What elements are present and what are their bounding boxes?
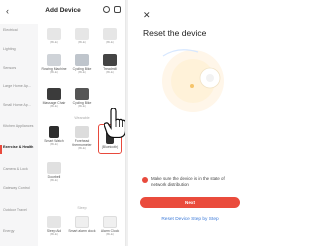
device-name: Smart alarm clock — [68, 229, 96, 233]
device-sub: (BLE) — [106, 40, 114, 44]
device-tile[interactable]: (BLE) — [68, 28, 96, 45]
device-name: (Bluetooth) — [101, 145, 119, 149]
active-category-marker — [0, 145, 2, 154]
device-tile[interactable]: Cycling Bike (BLE) — [68, 88, 96, 109]
device-sub: (BLE) — [106, 70, 114, 74]
device-tile[interactable]: Cycling Bike (BLE) — [68, 54, 96, 75]
device-sub: (BLE) — [50, 232, 58, 236]
category-sidebar: Electrical Lighting Sensors Large Home A… — [0, 24, 38, 246]
device-sub: (BLE) — [106, 232, 114, 236]
reset-steps-link[interactable]: Reset Device Step by Step — [140, 217, 240, 222]
device-tile[interactable]: Forehead thermometer (BLE) — [68, 126, 96, 151]
device-tile[interactable]: Treadmill (BLE) — [96, 54, 124, 75]
device-sub: (BLE) — [50, 178, 58, 182]
category-item[interactable]: Lighting — [3, 47, 37, 51]
category-item[interactable]: Kitchen Appliances — [3, 124, 37, 128]
next-button[interactable]: Next — [140, 197, 240, 208]
device-tile[interactable]: Rowing Machine (BLE) — [40, 54, 68, 75]
device-tile[interactable]: (BLE) — [40, 28, 68, 45]
category-item[interactable]: Sensors — [3, 66, 37, 70]
device-sub: (BLE) — [50, 104, 58, 108]
device-tile[interactable]: Alarm Clock (BLE) — [96, 216, 124, 237]
reset-title: Reset the device — [143, 28, 207, 38]
device-tile[interactable]: Sleep Aid (BLE) — [40, 216, 68, 237]
category-item[interactable]: Camera & Lock — [3, 167, 37, 171]
reset-device-panel: ✕ Reset the device Make sure the device … — [128, 0, 246, 246]
device-tile[interactable]: Smart alarm clock — [68, 216, 96, 233]
category-item[interactable]: Large Home Ap... — [3, 84, 37, 88]
device-tile[interactable]: Doorbell (BLE) — [40, 162, 68, 183]
device-tile[interactable]: (BLE) — [96, 28, 124, 45]
confirm-text: Make sure the device is in the state of … — [151, 176, 225, 187]
confirm-checkbox[interactable] — [142, 177, 148, 183]
scan-icon[interactable] — [103, 6, 110, 13]
close-icon[interactable]: ✕ — [143, 10, 151, 21]
section-label: Sleep — [77, 206, 87, 210]
device-sub: (BLE) — [78, 70, 86, 74]
device-tile[interactable]: Massage Chair (BLE) — [40, 88, 68, 109]
device-sub: (BLE) — [78, 104, 86, 108]
category-item-active[interactable]: Exercise & Health — [3, 145, 37, 149]
device-sub: (BLE) — [78, 40, 86, 44]
device-sub: (BLE) — [50, 142, 58, 146]
add-device-header: ‹ Add Device — [0, 0, 125, 24]
category-item[interactable]: Outdoor Travel — [3, 208, 37, 212]
device-sub: (BLE) — [50, 40, 58, 44]
qr-icon[interactable] — [114, 6, 121, 13]
device-sub: (BLE) — [78, 146, 86, 150]
category-item[interactable]: Small Home Ap... — [3, 103, 37, 107]
device-illustration — [162, 49, 224, 112]
device-tile[interactable]: Smart Watch (BLE) — [40, 126, 68, 147]
category-item[interactable]: Energy — [3, 229, 37, 233]
tap-hand-icon — [104, 108, 125, 138]
category-item[interactable]: Electrical — [3, 28, 37, 32]
category-item[interactable]: Gateway Control — [3, 186, 37, 190]
add-device-panel: ‹ Add Device Electrical Lighting Sensors… — [0, 0, 126, 246]
device-sub: (BLE) — [50, 70, 58, 74]
